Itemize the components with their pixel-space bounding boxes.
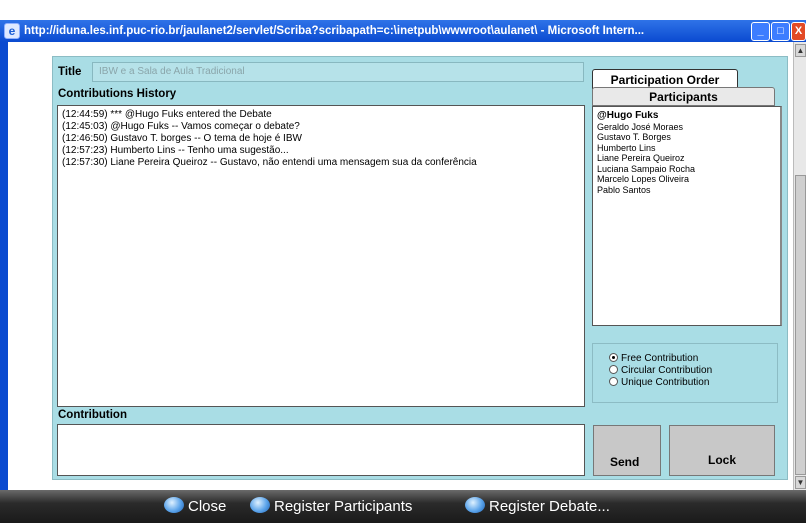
history-line: (12:46:50) Gustavo T. borges -- O tema d… bbox=[62, 133, 302, 144]
close-window-button[interactable]: X bbox=[791, 22, 806, 41]
scroll-up-arrow-icon[interactable]: ▲ bbox=[795, 44, 806, 57]
history-line: (12:45:03) @Hugo Fuks -- Vamos começar o… bbox=[62, 121, 300, 132]
history-line: (12:44:59) *** @Hugo Fuks entered the De… bbox=[62, 109, 272, 120]
tab-participation-order[interactable]: Participation Order bbox=[592, 69, 738, 89]
contribution-input[interactable] bbox=[57, 424, 585, 476]
contribution-mode-label: Circular Contribution bbox=[621, 365, 713, 376]
lock-button[interactable]: Lock bbox=[669, 425, 775, 476]
participant-item[interactable]: Pablo Santos bbox=[597, 185, 776, 196]
orb-icon bbox=[164, 497, 184, 513]
maximize-button[interactable]: □ bbox=[771, 22, 790, 41]
register-participants-link[interactable]: Register Participants bbox=[250, 497, 412, 517]
contribution-mode-label: Unique Contribution bbox=[621, 377, 710, 388]
register-participants-label: Register Participants bbox=[274, 498, 413, 515]
contribution-mode-group: Free Contribution Circular Contribution Un… bbox=[592, 343, 778, 403]
close-link-label: Close bbox=[188, 498, 227, 515]
participant-item[interactable]: Liane Pereira Queiroz bbox=[597, 153, 776, 164]
contribution-mode-option[interactable]: Circular Contribution bbox=[609, 365, 777, 377]
history-line: (12:57:30) Liane Pereira Queiroz -- Gust… bbox=[62, 157, 477, 168]
scroll-down-arrow-icon[interactable]: ▼ bbox=[795, 476, 806, 489]
register-debate-link[interactable]: Register Debate... bbox=[465, 497, 610, 517]
participants-list[interactable]: @Hugo Fuks Geraldo José Moraes Gustavo T. … bbox=[592, 106, 782, 326]
tab-participants[interactable]: Participants bbox=[592, 87, 775, 106]
minimize-button[interactable]: _ bbox=[751, 22, 770, 41]
screen: e http://iduna.les.inf.puc-rio.br/jaulan… bbox=[0, 0, 806, 523]
contribution-mode-option[interactable]: Free Contribution bbox=[609, 353, 777, 365]
participant-item[interactable]: Geraldo José Moraes bbox=[597, 122, 776, 133]
radio-button[interactable] bbox=[609, 365, 618, 374]
contribution-mode-option[interactable]: Unique Contribution bbox=[609, 377, 777, 389]
history-line: (12:57:23) Humberto Lins -- Tenho uma su… bbox=[62, 145, 289, 156]
window-titlebar[interactable]: e http://iduna.les.inf.puc-rio.br/jaulan… bbox=[0, 20, 806, 42]
contributions-history-box[interactable]: (12:44:59) *** @Hugo Fuks entered the De… bbox=[57, 105, 585, 407]
scrollbar-thumb[interactable] bbox=[795, 175, 806, 475]
send-button[interactable]: Send bbox=[593, 425, 661, 476]
title-field[interactable]: IBW e a Sala de Aula Tradicional bbox=[92, 62, 584, 82]
contribution-label: Contribution bbox=[58, 409, 127, 421]
participant-item[interactable]: Luciana Sampaio Rocha bbox=[597, 164, 776, 175]
register-debate-label: Register Debate... bbox=[489, 498, 610, 515]
participant-item[interactable]: Marcelo Lopes Oliveira bbox=[597, 174, 776, 185]
radio-button[interactable] bbox=[609, 377, 618, 386]
participant-item[interactable]: @Hugo Fuks bbox=[597, 111, 776, 122]
orb-icon bbox=[250, 497, 270, 513]
title-label: Title bbox=[58, 66, 82, 78]
close-link[interactable]: Close bbox=[164, 497, 226, 517]
participant-item[interactable]: Humberto Lins bbox=[597, 143, 776, 154]
window-frame-left bbox=[0, 42, 8, 490]
window-title: http://iduna.les.inf.puc-rio.br/jaulanet… bbox=[24, 25, 645, 37]
radio-button[interactable] bbox=[609, 353, 618, 362]
participant-item[interactable]: Gustavo T. Borges bbox=[597, 132, 776, 143]
internet-explorer-icon: e bbox=[4, 23, 20, 39]
orb-icon bbox=[465, 497, 485, 513]
contributions-history-label: Contributions History bbox=[58, 88, 177, 100]
contribution-mode-label: Free Contribution bbox=[621, 353, 699, 364]
